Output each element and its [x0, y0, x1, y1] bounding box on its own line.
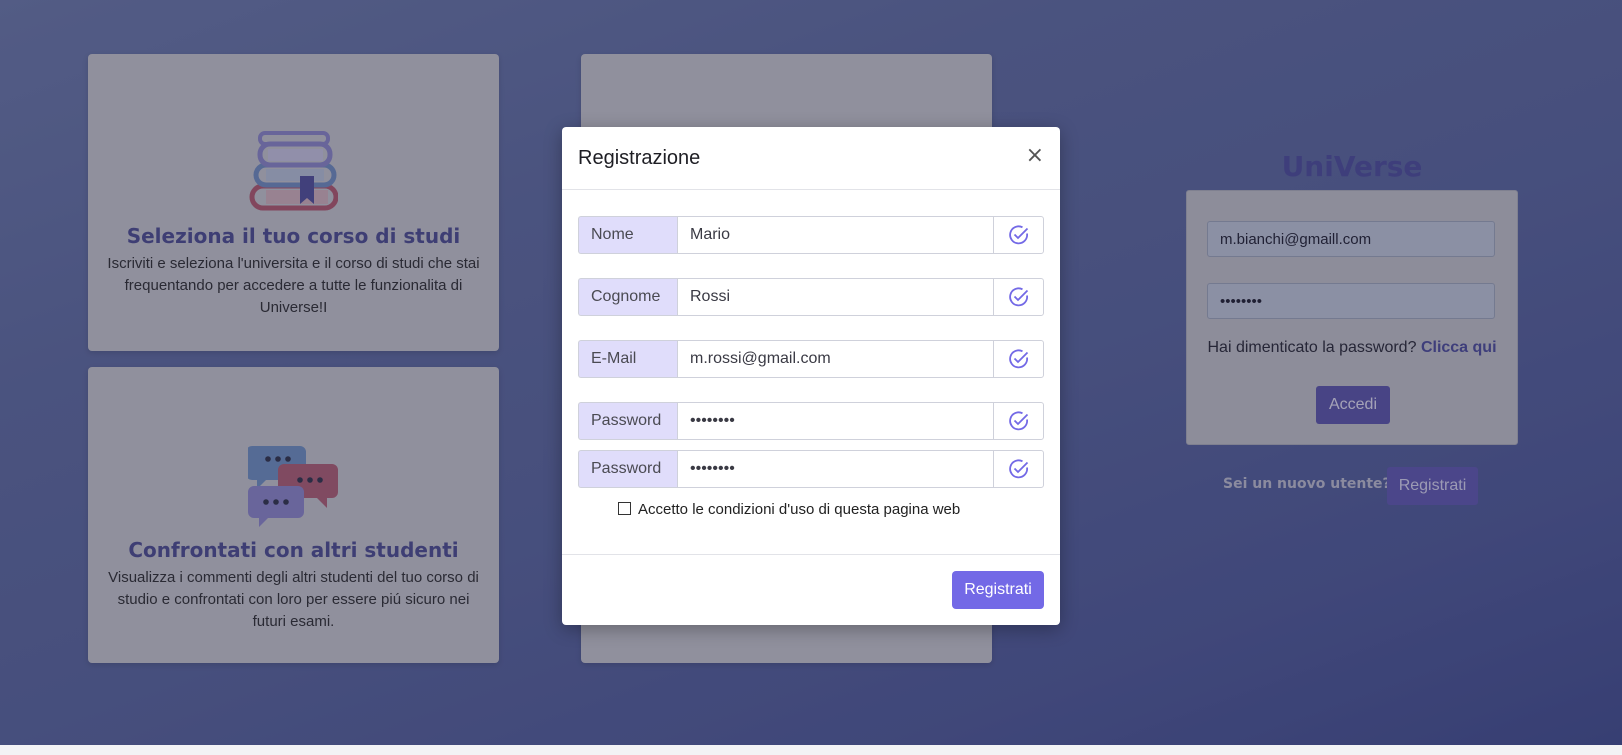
close-icon[interactable]: × — [1026, 143, 1044, 168]
terms-checkbox[interactable] — [618, 502, 631, 515]
field-row-password-confirm: Password •••••••• — [578, 450, 1044, 488]
password-input[interactable]: •••••••• — [677, 402, 994, 440]
modal-title: Registrazione — [578, 147, 701, 169]
valid-check-icon — [993, 340, 1044, 378]
field-row-cognome: Cognome Rossi — [578, 278, 1044, 316]
terms-row: Accetto le condizioni d'uso di questa pa… — [618, 501, 960, 518]
registration-modal: Registrazione × Nome Mario Cognome Rossi… — [562, 127, 1060, 625]
valid-check-icon — [993, 402, 1044, 440]
field-label: Password — [578, 450, 677, 488]
cognome-input[interactable]: Rossi — [677, 278, 994, 316]
submit-register-button[interactable]: Registrati — [952, 571, 1044, 609]
terms-label: Accetto le condizioni d'uso di questa pa… — [638, 501, 961, 518]
field-row-email: E-Mail m.rossi@gmail.com — [578, 340, 1044, 378]
field-label: Cognome — [578, 278, 677, 316]
modal-footer: Registrati — [562, 554, 1060, 626]
field-row-nome: Nome Mario — [578, 216, 1044, 254]
field-label: Password — [578, 402, 677, 440]
field-row-password: Password •••••••• — [578, 402, 1044, 440]
field-label: Nome — [578, 216, 677, 254]
field-label: E-Mail — [578, 340, 677, 378]
valid-check-icon — [993, 450, 1044, 488]
page-bottom-strip — [0, 745, 1622, 755]
nome-input[interactable]: Mario — [677, 216, 994, 254]
modal-header: Registrazione × — [562, 127, 1060, 190]
valid-check-icon — [993, 216, 1044, 254]
password-confirm-input[interactable]: •••••••• — [677, 450, 994, 488]
email-input[interactable]: m.rossi@gmail.com — [677, 340, 994, 378]
valid-check-icon — [993, 278, 1044, 316]
